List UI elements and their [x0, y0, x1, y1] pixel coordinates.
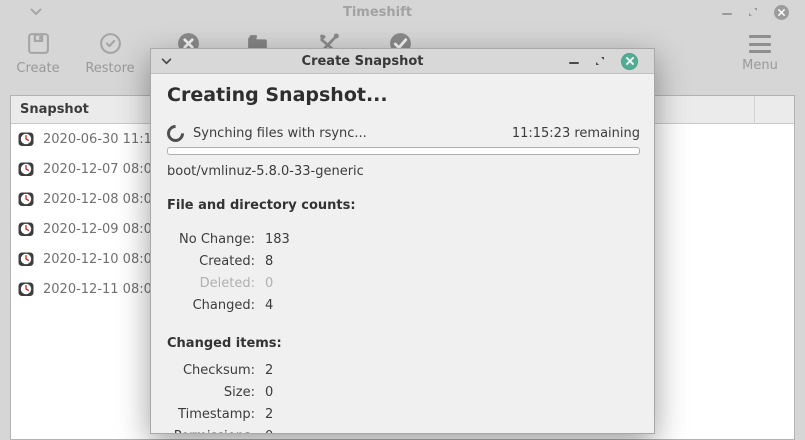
dialog-menu-chevron-icon[interactable] — [161, 58, 172, 65]
snapshot-date: 2020-12-09 08:00 — [43, 222, 160, 237]
restore-toolbar-button[interactable]: Restore — [78, 28, 142, 90]
dialog-minimize-button[interactable] — [569, 58, 579, 64]
dialog-restore-button[interactable] — [595, 56, 605, 66]
column-separator — [754, 96, 755, 123]
close-icon — [778, 9, 785, 16]
file-counts: No Change: 183 Created: 8 Deleted: 0 Change… — [167, 229, 640, 317]
snapshot-date: 2020-12-11 08:00 — [43, 282, 160, 297]
time-remaining: 11:15:23 remaining — [512, 126, 640, 141]
main-titlebar: Timeshift — [0, 0, 805, 24]
stat-row: Changed: 4 — [167, 295, 640, 317]
snapshot-clock-icon — [18, 251, 34, 267]
changed-items: Checksum: 2 Size: 0 Timestamp: 2 Permission… — [167, 360, 640, 434]
snapshot-date: 2020-06-30 11:10 — [43, 132, 160, 147]
stat-value: 4 — [265, 298, 273, 313]
spinner-icon — [163, 121, 187, 145]
stat-value: 183 — [265, 232, 290, 247]
close-button[interactable] — [774, 5, 789, 20]
restore-icon — [748, 7, 758, 17]
snapshot-date: 2020-12-07 08:00 — [43, 162, 160, 177]
progress-bar — [167, 147, 640, 155]
main-window-title: Timeshift — [50, 5, 705, 20]
restore-icon — [595, 56, 605, 66]
snapshot-clock-icon — [18, 281, 34, 297]
menu-button[interactable]: Menu — [728, 28, 792, 90]
stat-value: 0 — [265, 429, 273, 434]
stat-row: Checksum: 2 — [167, 360, 640, 382]
stat-label: Deleted: — [167, 273, 255, 295]
status-text: Synching files with rsync... — [193, 126, 367, 141]
create-button[interactable]: Create — [6, 28, 70, 90]
stat-row: No Change: 183 — [167, 229, 640, 251]
snapshot-date: 2020-12-10 08:00 — [43, 252, 160, 267]
floppy-disk-icon — [26, 31, 51, 56]
snapshot-clock-icon — [18, 131, 34, 147]
main-window-controls — [705, 5, 805, 20]
snapshot-date: 2020-12-08 08:00 — [43, 192, 160, 207]
snapshot-column-label: Snapshot — [20, 102, 89, 117]
stat-label: Changed: — [167, 295, 255, 317]
stat-value: 0 — [265, 385, 273, 400]
stat-value: 2 — [265, 363, 273, 378]
stat-label: Permissions: — [167, 426, 255, 434]
dialog-heading: Creating Snapshot... — [167, 83, 640, 107]
counts-heading: File and directory counts: — [167, 198, 640, 213]
stat-label: Timestamp: — [167, 404, 255, 426]
current-file-path: boot/vmlinuz-5.8.0-33-generic — [167, 164, 640, 179]
stat-label: Size: — [167, 382, 255, 404]
stat-label: Checksum: — [167, 360, 255, 382]
stat-value: 2 — [265, 407, 273, 422]
restore-button-label: Restore — [85, 61, 134, 76]
stat-value: 0 — [265, 276, 273, 291]
stat-row: Size: 0 — [167, 382, 640, 404]
stat-value: 8 — [265, 254, 273, 269]
window-menu-chevron-icon[interactable] — [30, 8, 42, 16]
close-icon — [626, 57, 634, 65]
stat-row: Deleted: 0 — [167, 273, 640, 295]
dialog-window-controls — [544, 53, 654, 70]
stat-label: No Change: — [167, 229, 255, 251]
restore-button[interactable] — [748, 7, 758, 17]
changed-items-heading: Changed items: — [167, 336, 640, 351]
stat-label: Created: — [167, 251, 255, 273]
snapshot-clock-icon — [18, 221, 34, 237]
snapshot-clock-icon — [18, 191, 34, 207]
snapshot-clock-icon — [18, 161, 34, 177]
status-row: Synching files with rsync... 11:15:23 re… — [167, 125, 640, 141]
dialog-body: Creating Snapshot... Synching files with… — [151, 83, 654, 434]
create-button-label: Create — [16, 61, 59, 76]
dialog-close-button[interactable] — [621, 53, 638, 70]
hamburger-menu-icon — [749, 35, 771, 53]
stat-row: Created: 8 — [167, 251, 640, 273]
restore-clock-icon — [98, 31, 123, 56]
menu-button-label: Menu — [742, 58, 778, 73]
dialog-titlebar: Create Snapshot — [151, 49, 654, 74]
dialog-title: Create Snapshot — [181, 54, 544, 69]
stat-row: Permissions: 0 — [167, 426, 640, 434]
stat-row: Timestamp: 2 — [167, 404, 640, 426]
create-snapshot-dialog: Create Snapshot Creating Snapshot... Syn… — [150, 48, 655, 434]
minimize-button[interactable] — [722, 9, 732, 15]
